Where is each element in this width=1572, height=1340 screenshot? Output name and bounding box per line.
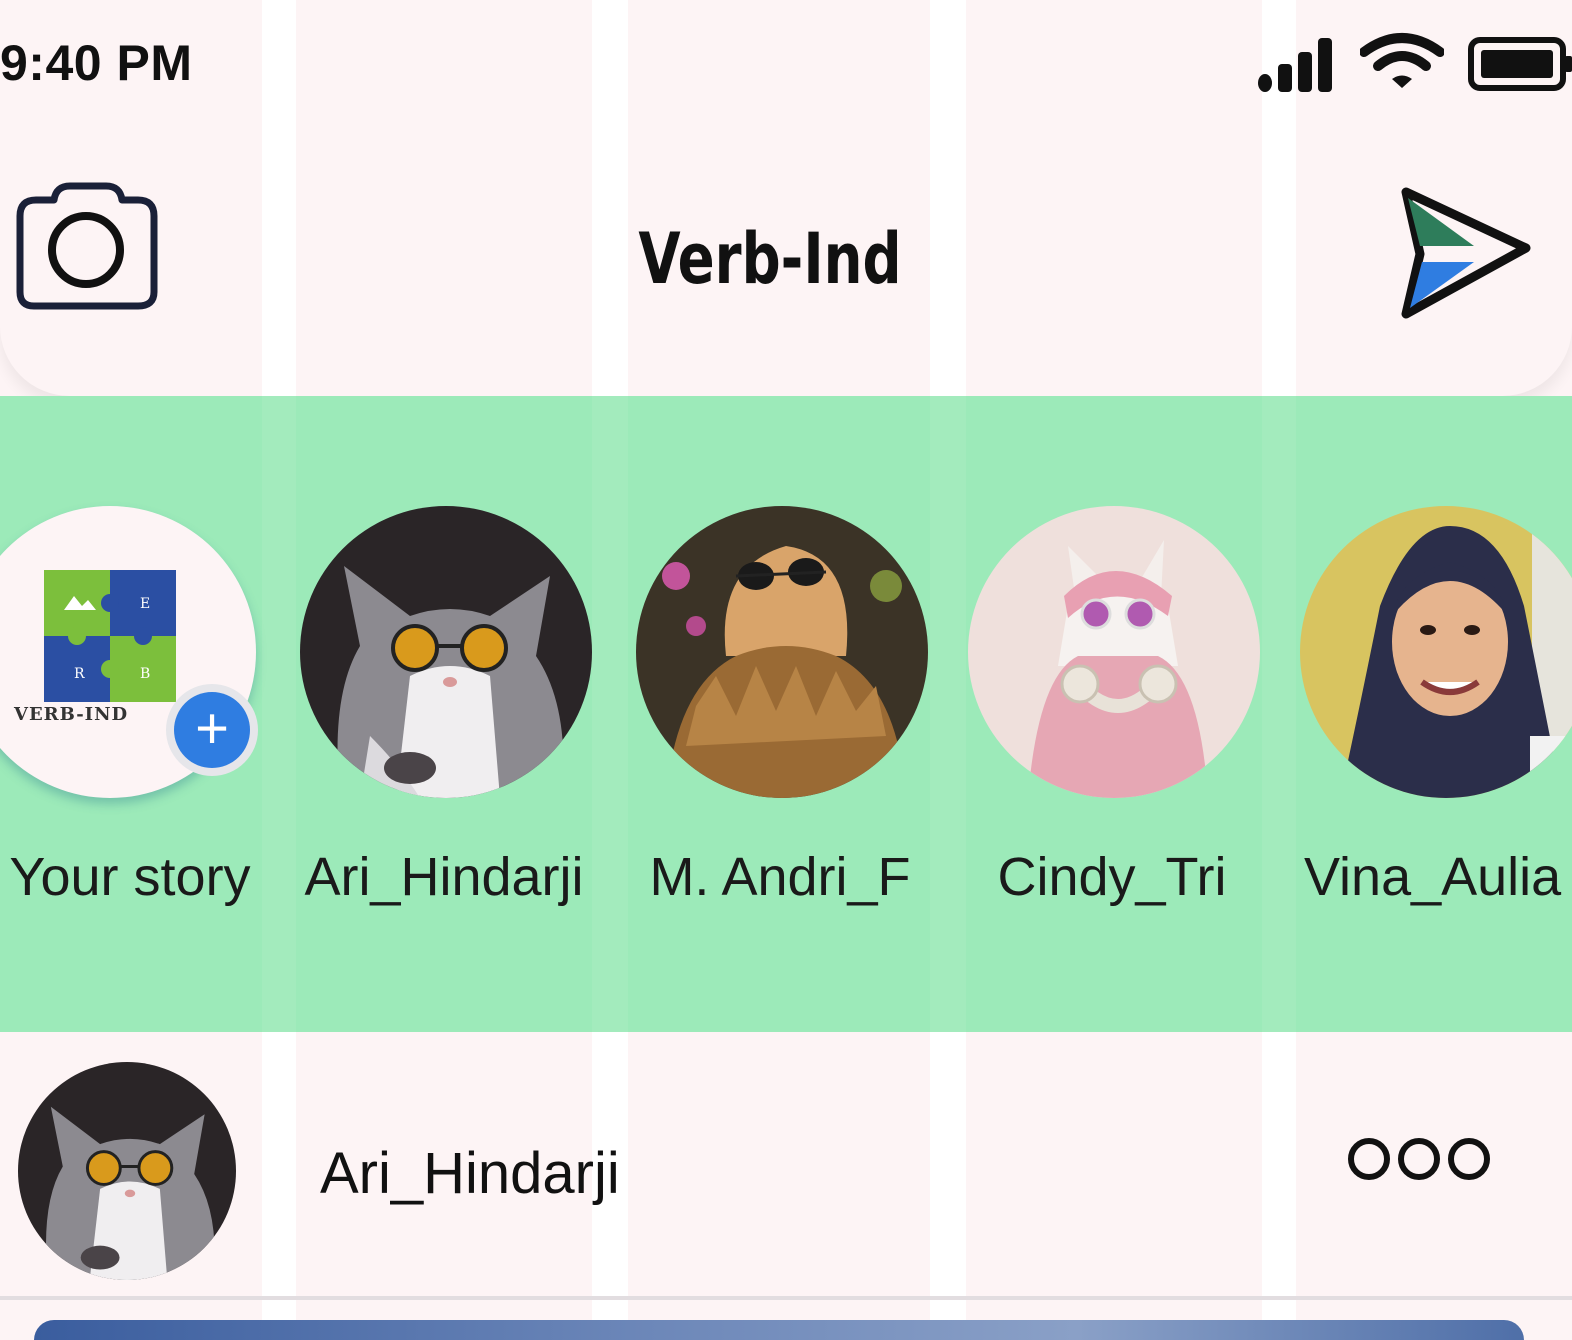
- svg-text:R: R: [74, 666, 85, 682]
- verb-ind-logo: E R B: [44, 570, 176, 702]
- cat-sunglasses-photo: [18, 1062, 236, 1280]
- story-avatar[interactable]: [968, 506, 1260, 798]
- story-name: Cindy_Tri: [997, 847, 1227, 907]
- post-card: [0, 1030, 1572, 1340]
- cellular-signal-icon: [1256, 34, 1338, 92]
- story-ari-hindarji[interactable]: Ari_Hindarji: [294, 506, 594, 907]
- story-avatar[interactable]: [636, 506, 928, 798]
- camera-icon[interactable]: [14, 180, 160, 312]
- cat-fur-collar-photo: [636, 506, 928, 798]
- woman-hijab-photo: [1300, 506, 1572, 798]
- status-time: 9:40 PM: [0, 35, 193, 91]
- plus-icon: +: [174, 692, 250, 768]
- app-title: Verb-Ind: [638, 218, 902, 300]
- wifi-icon: [1360, 33, 1444, 88]
- story-m-andri-f[interactable]: M. Andri_F: [630, 506, 930, 907]
- background-band: [592, 396, 628, 1032]
- story-vina-aulia[interactable]: Vina_Aulia: [1294, 506, 1572, 907]
- cat-sunglasses-photo: [300, 506, 592, 798]
- background-band: [930, 396, 966, 1032]
- divider: [0, 1296, 1572, 1300]
- post-image[interactable]: [34, 1320, 1524, 1340]
- logo-text: VERB-IND: [14, 704, 129, 725]
- svg-text:B: B: [140, 666, 150, 682]
- story-name: Ari_Hindarji: [304, 847, 584, 907]
- story-name: M. Andri_F: [649, 847, 911, 907]
- send-icon[interactable]: [1396, 184, 1536, 324]
- post-author-avatar[interactable]: [18, 1062, 236, 1280]
- more-options-icon[interactable]: [1348, 1134, 1492, 1182]
- svg-text:E: E: [140, 596, 150, 612]
- battery-icon: [1468, 37, 1572, 91]
- story-cindy-tri[interactable]: Cindy_Tri: [962, 506, 1262, 907]
- stories-tray: E R B VERB-IND + Your story Ari_Hindarji…: [0, 396, 1572, 1032]
- post-author-name[interactable]: Ari_Hindarji: [320, 1140, 620, 1207]
- story-avatar[interactable]: [300, 506, 592, 798]
- cat-pink-hoodie-photo: [968, 506, 1260, 798]
- add-story-button[interactable]: +: [166, 684, 258, 776]
- story-name: Vina_Aulia: [1304, 847, 1562, 907]
- story-avatar[interactable]: [1300, 506, 1572, 798]
- background-band: [1262, 396, 1296, 1032]
